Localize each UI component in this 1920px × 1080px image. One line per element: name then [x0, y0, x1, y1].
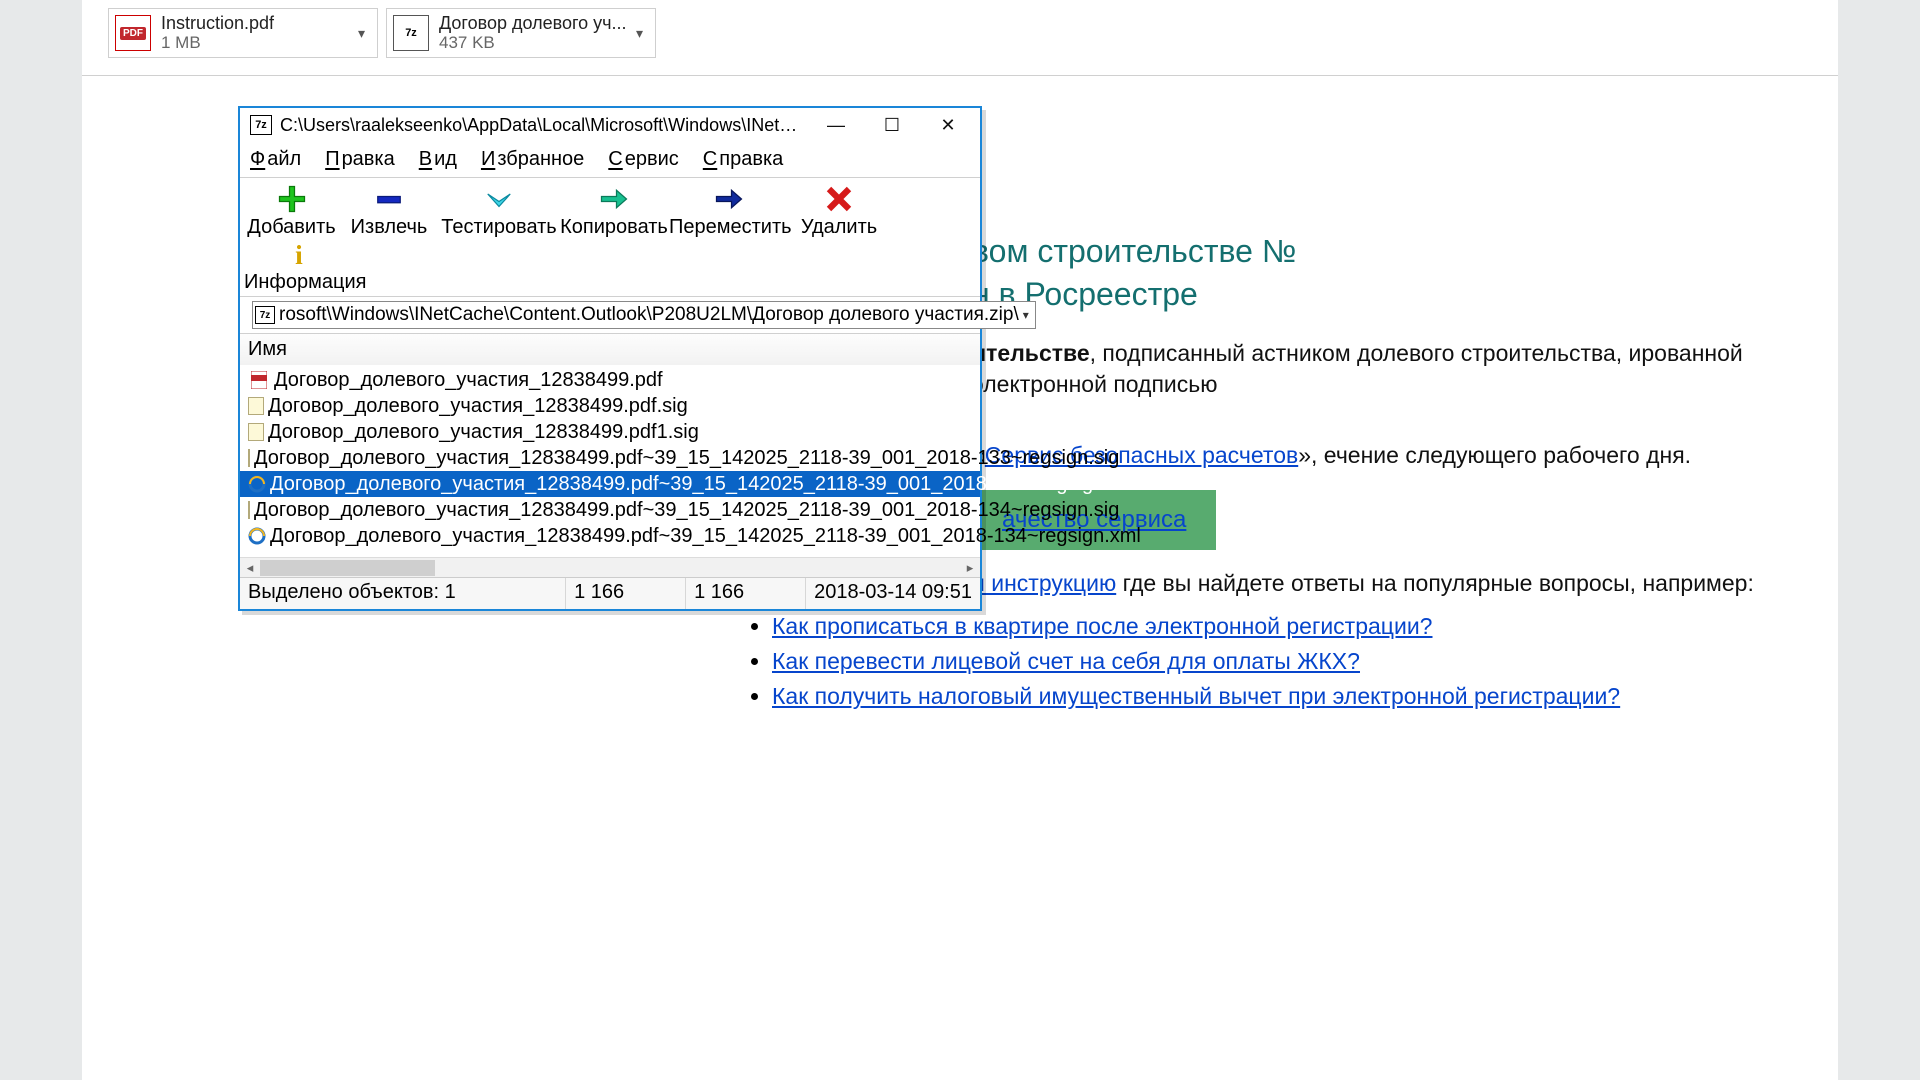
file-name: Договор_долевого_участия_12838499.pdf~39…: [270, 525, 1141, 548]
menu-help[interactable]: Справка: [699, 144, 785, 175]
file-name: Договор_долевого_участия_12838499.pdf~39…: [254, 499, 1119, 522]
attachment-name: Договор долевого уч...: [439, 14, 630, 34]
faq-link[interactable]: Как прописаться в квартире после электро…: [772, 613, 1432, 639]
sevenzip-icon: 7z: [250, 115, 272, 135]
info-icon: i: [284, 239, 314, 269]
email-paragraph: и инструкцию где вы найдете ответы на по…: [972, 568, 1798, 599]
check-icon: [484, 184, 514, 214]
status-selected: Выделено объектов: 1: [240, 578, 566, 609]
window-title: C:\Users\raalekseenko\AppData\Local\Micr…: [280, 115, 808, 136]
move-button[interactable]: Переместить: [669, 184, 789, 239]
horizontal-scrollbar[interactable]: ◂ ▸: [240, 557, 980, 577]
maximize-button[interactable]: ☐: [864, 110, 920, 140]
column-header-name[interactable]: Имя: [240, 334, 980, 365]
scroll-thumb[interactable]: [260, 560, 435, 576]
menubar: Файл Правка Вид Избранное Сервис Справка: [240, 142, 980, 178]
x-icon: [824, 184, 854, 214]
minimize-button[interactable]: —: [808, 110, 864, 140]
sevenzip-icon: 7z: [393, 15, 429, 51]
file-row[interactable]: Договор_долевого_участия_12838499.pdf~39…: [240, 497, 980, 523]
status-date: 2018-03-14 09:51: [806, 578, 980, 609]
chevron-down-icon[interactable]: ▾: [352, 25, 371, 42]
file-row[interactable]: Договор_долевого_участия_12838499.pdf~39…: [240, 523, 980, 549]
attachment-size: 1 MB: [161, 34, 352, 53]
statusbar: Выделено объектов: 1 1 166 1 166 2018-03…: [240, 577, 980, 609]
file-name: Договор_долевого_участия_12838499.pdf: [274, 369, 663, 392]
address-row: 7z rosoft\Windows\INetCache\Content.Outl…: [240, 296, 980, 334]
extract-button[interactable]: Извлечь: [339, 184, 439, 239]
attachment-item[interactable]: PDF Instruction.pdf 1 MB ▾: [108, 8, 378, 58]
status-size-1: 1 166: [566, 578, 686, 609]
document-icon: [248, 423, 264, 441]
menu-edit[interactable]: Правка: [321, 144, 397, 175]
attachments-strip: PDF Instruction.pdf 1 MB ▾ 7z Договор до…: [108, 8, 656, 58]
instruction-link[interactable]: и инструкцию: [972, 570, 1116, 596]
add-button[interactable]: Добавить: [244, 184, 339, 239]
arrow-right-solid-icon: [714, 184, 744, 214]
menu-file[interactable]: Файл: [246, 144, 303, 175]
status-size-2: 1 166: [686, 578, 806, 609]
divider: [82, 75, 1838, 76]
address-bar[interactable]: 7z rosoft\Windows\INetCache\Content.Outl…: [252, 301, 1036, 329]
info-button[interactable]: i Информация: [244, 239, 354, 294]
pdf-icon: PDF: [115, 15, 151, 51]
chevron-down-icon[interactable]: ▾: [630, 25, 649, 42]
ie-icon: [248, 474, 266, 494]
delete-button[interactable]: Удалить: [789, 184, 889, 239]
attachment-item[interactable]: 7z Договор долевого уч... 437 KB ▾: [386, 8, 656, 58]
file-name: Договор_долевого_участия_12838499.pdf.si…: [268, 395, 688, 418]
close-button[interactable]: ✕: [920, 110, 976, 140]
chevron-down-icon[interactable]: ▾: [1019, 308, 1033, 322]
file-row[interactable]: Договор_долевого_участия_12838499.pdf1.s…: [240, 419, 980, 445]
document-icon: [248, 501, 250, 519]
file-row[interactable]: Договор_долевого_участия_12838499.pdf.si…: [240, 393, 980, 419]
sevenzip-icon: 7z: [255, 306, 275, 324]
file-list[interactable]: Договор_долевого_участия_12838499.pdf Дог…: [240, 365, 980, 557]
file-name: Договор_долевого_участия_12838499.pdf~39…: [254, 447, 1119, 470]
menu-tools[interactable]: Сервис: [604, 144, 681, 175]
titlebar[interactable]: 7z C:\Users\raalekseenko\AppData\Local\M…: [240, 108, 980, 142]
faq-list: Как прописаться в квартире после электро…: [772, 611, 1798, 712]
scroll-right-icon[interactable]: ▸: [960, 560, 980, 576]
faq-link[interactable]: Как получить налоговый имущественный выч…: [772, 683, 1620, 709]
arrow-right-icon: [599, 184, 629, 214]
attachment-name: Instruction.pdf: [161, 14, 352, 34]
file-row[interactable]: Договор_долевого_участия_12838499.pdf~39…: [240, 445, 980, 471]
svg-text:i: i: [295, 239, 303, 269]
test-button[interactable]: Тестировать: [439, 184, 559, 239]
file-name: Договор_долевого_участия_12838499.pdf1.s…: [268, 421, 699, 444]
document-icon: [248, 449, 250, 467]
pdf-icon: [248, 370, 270, 390]
attachment-size: 437 KB: [439, 34, 630, 53]
email-paragraph: ительстве, подписанный астником долевого…: [972, 338, 1798, 400]
faq-link[interactable]: Как перевести лицевой счет на себя для о…: [772, 648, 1360, 674]
scroll-left-icon[interactable]: ◂: [240, 560, 260, 576]
file-name: Договор_долевого_участия_12838499.pdf~39…: [270, 473, 1141, 496]
toolbar: Добавить Извлечь Тестировать Копировать …: [240, 178, 980, 296]
file-row[interactable]: Договор_долевого_участия_12838499.pdf: [240, 367, 980, 393]
plus-icon: [277, 184, 307, 214]
ie-icon: [248, 526, 266, 546]
minus-icon: [374, 184, 404, 214]
menu-view[interactable]: Вид: [415, 144, 459, 175]
file-row[interactable]: Договор_долевого_участия_12838499.pdf~39…: [240, 471, 980, 497]
email-client-page: PDF Instruction.pdf 1 MB ▾ 7z Договор до…: [82, 0, 1838, 1080]
menu-favorites[interactable]: Избранное: [477, 144, 586, 175]
document-icon: [248, 397, 264, 415]
copy-button[interactable]: Копировать: [559, 184, 669, 239]
sevenzip-window: 7z C:\Users\raalekseenko\AppData\Local\M…: [238, 106, 982, 611]
